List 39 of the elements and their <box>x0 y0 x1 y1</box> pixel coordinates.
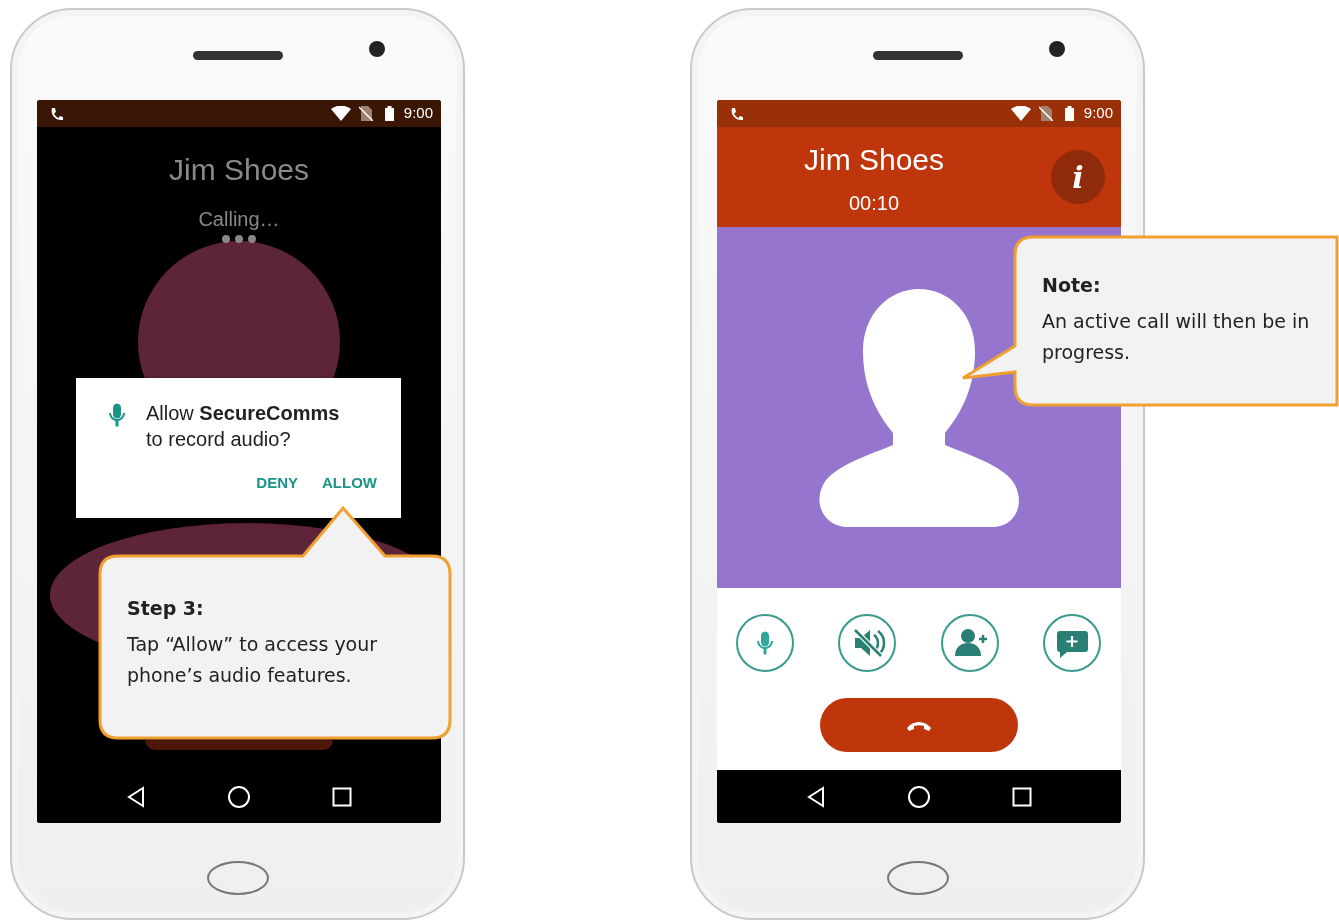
callout-text: Tap “Allow” to access your phone’s audio features. <box>127 632 379 688</box>
home-button[interactable] <box>886 861 949 895</box>
contact-name: Jim Shoes <box>168 152 310 188</box>
mute-button[interactable] <box>736 614 794 672</box>
home-button[interactable] <box>206 861 269 895</box>
time-text: 9:00 <box>1083 103 1113 124</box>
wifi-icon <box>330 106 351 121</box>
dots-icon <box>221 234 257 244</box>
home-icon[interactable] <box>227 784 251 809</box>
battery-icon <box>1064 106 1074 121</box>
phone-icon <box>729 106 743 121</box>
recents-icon[interactable] <box>1012 786 1033 807</box>
allow-button[interactable]: ALLOW <box>322 472 377 495</box>
info-button[interactable]: i <box>1051 150 1105 204</box>
camera-lens <box>369 41 385 57</box>
add-message-button[interactable] <box>1043 614 1101 672</box>
callout-title: Step 3: <box>127 596 204 621</box>
microphone-icon <box>757 631 773 655</box>
home-icon[interactable] <box>907 784 931 809</box>
contact-name: Jim Shoes <box>803 141 945 178</box>
call-status: Calling… <box>198 207 280 232</box>
deny-button[interactable]: DENY <box>256 472 298 495</box>
back-icon[interactable] <box>125 785 146 808</box>
no-sim-icon <box>1038 106 1053 121</box>
call-timer: 00:10 <box>848 190 900 216</box>
recents-icon[interactable] <box>332 786 353 807</box>
speaker-off-button[interactable] <box>838 614 897 672</box>
no-sim-icon <box>358 106 373 121</box>
back-icon[interactable] <box>805 785 826 808</box>
wifi-icon <box>1010 106 1031 121</box>
callout-text: An active call will then be in progress. <box>1042 309 1310 365</box>
add-contact-button[interactable] <box>940 614 999 672</box>
time-text: 9:00 <box>403 103 433 124</box>
dialog-message: Allow SecureComms to record audio? <box>146 401 341 452</box>
hang-up-icon <box>905 719 933 731</box>
callout-title: Note: <box>1042 273 1101 298</box>
battery-icon <box>384 106 394 121</box>
camera-lens <box>1049 41 1065 57</box>
phone-icon <box>49 106 63 121</box>
